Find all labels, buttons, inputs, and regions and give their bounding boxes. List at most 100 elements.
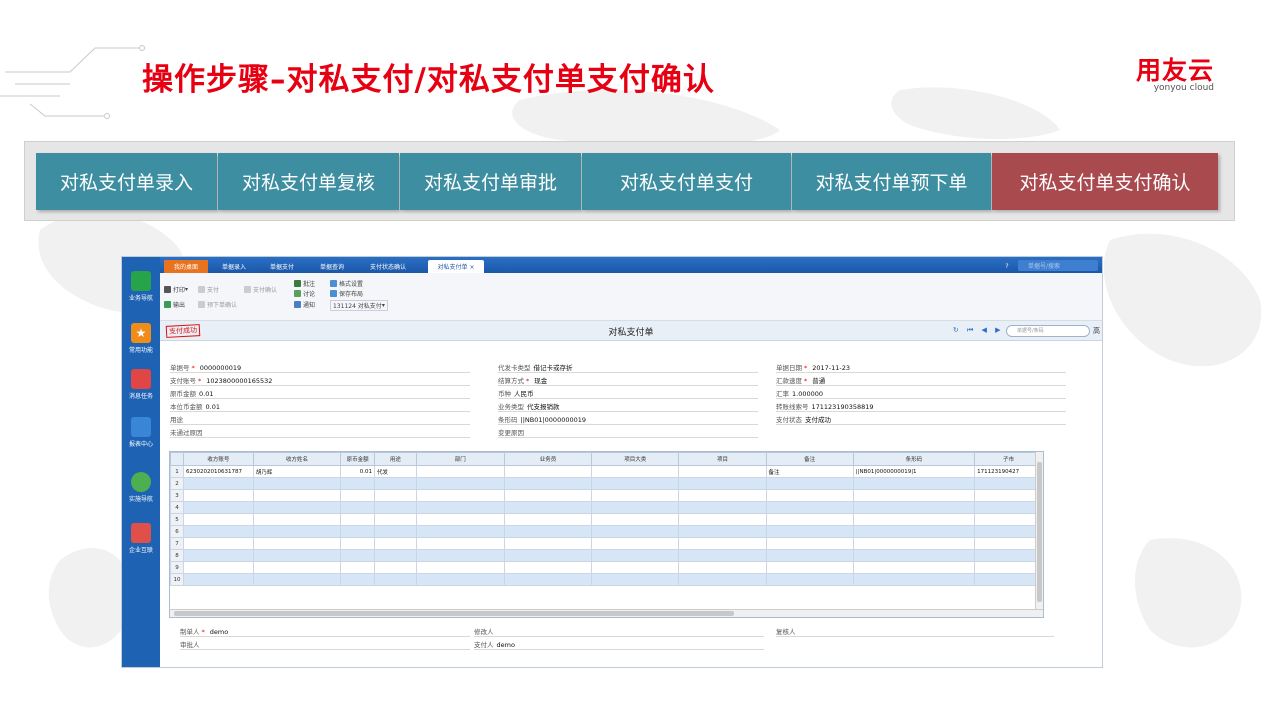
grid-cell[interactable]: [591, 525, 680, 538]
grid-header-cell[interactable]: 部门: [415, 452, 505, 466]
template-selector[interactable]: 131124 对私支付 ▾: [330, 300, 388, 311]
grid-cell[interactable]: [678, 513, 767, 526]
grid-cell[interactable]: [415, 525, 505, 538]
nav-implementation[interactable]: 实施导航: [122, 472, 160, 503]
grid-cell[interactable]: 代发: [374, 465, 417, 478]
grid-cell[interactable]: [252, 489, 342, 502]
grid-header-cell[interactable]: 收方账号: [182, 452, 254, 466]
grid-cell[interactable]: [974, 489, 1043, 502]
tab-bill-pay[interactable]: 单据支付: [260, 260, 304, 273]
field-modifier[interactable]: 修改人: [474, 627, 764, 637]
field-reviewer[interactable]: 复核人: [776, 627, 1054, 637]
tab-bill-query[interactable]: 单据查询: [310, 260, 354, 273]
grid-cell[interactable]: [678, 489, 767, 502]
grid-cell[interactable]: [252, 549, 342, 562]
grid-cell[interactable]: [415, 573, 505, 586]
grid-cell[interactable]: [340, 573, 376, 586]
notify-button[interactable]: 通知: [294, 300, 315, 309]
grid-cell[interactable]: [415, 477, 505, 490]
export-button[interactable]: 输出: [164, 300, 185, 309]
table-row[interactable]: 10: [170, 573, 1043, 586]
grid-cell[interactable]: 0.01: [340, 465, 376, 478]
grid-cell[interactable]: [182, 549, 254, 562]
grid-cell[interactable]: [252, 525, 342, 538]
field-settle-method[interactable]: 结算方式 * 现金: [498, 376, 758, 386]
field-currency[interactable]: 币种 人民币: [498, 389, 758, 399]
grid-cell[interactable]: [765, 561, 854, 574]
grid-cell[interactable]: [252, 513, 342, 526]
field-payer[interactable]: 支付人 demo: [474, 640, 764, 650]
discuss-button[interactable]: 讨论: [294, 289, 315, 298]
grid-cell[interactable]: [415, 537, 505, 550]
tab-pay-status[interactable]: 支付状态确认: [360, 260, 416, 273]
grid-vertical-scrollbar[interactable]: [1035, 452, 1043, 617]
field-pay-account[interactable]: 支付账号 * 1023800000165532: [170, 376, 470, 386]
grid-cell[interactable]: [974, 525, 1043, 538]
grid-cell[interactable]: [374, 501, 417, 514]
tab-private-pay-active[interactable]: 对私支付单 ×: [428, 260, 484, 273]
grid-cell[interactable]: [503, 525, 593, 538]
pay-button[interactable]: 支付: [198, 285, 219, 294]
grid-header-cell[interactable]: 子市: [974, 452, 1043, 466]
table-row[interactable]: 9: [170, 561, 1043, 574]
grid-cell[interactable]: [503, 573, 593, 586]
field-purpose[interactable]: 用途: [170, 415, 470, 425]
grid-cell[interactable]: 备注: [765, 465, 854, 478]
grid-cell[interactable]: [252, 537, 342, 550]
grid-header-cell[interactable]: 收方姓名: [252, 452, 342, 466]
grid-header-cell[interactable]: [170, 452, 184, 466]
grid-horizontal-scrollbar[interactable]: [170, 609, 1043, 617]
grid-cell[interactable]: [852, 537, 976, 550]
table-row[interactable]: 4: [170, 501, 1043, 514]
grid-cell[interactable]: [678, 477, 767, 490]
grid-cell[interactable]: [591, 549, 680, 562]
table-row[interactable]: 6: [170, 525, 1043, 538]
table-row[interactable]: 2: [170, 477, 1043, 490]
field-bill-no[interactable]: 单据号 * 0000000019: [170, 363, 470, 373]
grid-cell[interactable]: [765, 573, 854, 586]
grid-cell[interactable]: [374, 561, 417, 574]
grid-cell[interactable]: [415, 489, 505, 502]
grid-cell[interactable]: [340, 477, 376, 490]
grid-cell[interactable]: [974, 573, 1043, 586]
grid-cell[interactable]: [374, 525, 417, 538]
grid-cell[interactable]: [374, 549, 417, 562]
grid-cell[interactable]: [765, 513, 854, 526]
grid-cell[interactable]: [415, 561, 505, 574]
format-settings-button[interactable]: 格式设置: [330, 279, 363, 288]
grid-header-cell[interactable]: 项目大类: [591, 452, 680, 466]
grid-cell[interactable]: [340, 561, 376, 574]
grid-cell[interactable]: [415, 549, 505, 562]
grid-cell[interactable]: [765, 537, 854, 550]
grid-cell[interactable]: [503, 549, 593, 562]
grid-cell[interactable]: [340, 549, 376, 562]
grid-cell[interactable]: [182, 513, 254, 526]
annotate-button[interactable]: 批注: [294, 279, 315, 288]
grid-cell[interactable]: [765, 477, 854, 490]
grid-cell[interactable]: [974, 477, 1043, 490]
grid-cell[interactable]: [503, 561, 593, 574]
grid-cell[interactable]: [591, 501, 680, 514]
save-layout-button[interactable]: 保存布局: [330, 289, 363, 298]
vscroll-thumb[interactable]: [1037, 462, 1042, 602]
grid-cell[interactable]: [591, 573, 680, 586]
nav-messages[interactable]: 消息任务: [122, 369, 160, 400]
help-icon[interactable]: ?: [1002, 260, 1012, 273]
nav-reports[interactable]: 报表中心: [122, 417, 160, 448]
pay-confirm-button[interactable]: 支付确认: [244, 285, 277, 294]
field-barcode[interactable]: 条形码 ||NB01|0000000019: [498, 415, 758, 425]
grid-cell[interactable]: [340, 513, 376, 526]
grid-cell[interactable]: [182, 489, 254, 502]
field-serial[interactable]: 转账线索号 171123190358819: [776, 402, 1066, 412]
grid-cell[interactable]: [765, 501, 854, 514]
field-unpass-reason[interactable]: 未通过原因: [170, 428, 470, 438]
table-row[interactable]: 8: [170, 549, 1043, 562]
field-card-type[interactable]: 代发卡类型 借记卡或存折: [498, 363, 758, 373]
grid-cell[interactable]: [252, 573, 342, 586]
table-row[interactable]: 3: [170, 489, 1043, 502]
grid-cell[interactable]: ||NB01|0000000019|1: [852, 465, 976, 478]
grid-cell[interactable]: [591, 561, 680, 574]
grid-cell[interactable]: [374, 537, 417, 550]
grid-cell[interactable]: 171123190427: [974, 465, 1043, 478]
doc-search-input[interactable]: 单据号/条码: [1006, 325, 1090, 337]
